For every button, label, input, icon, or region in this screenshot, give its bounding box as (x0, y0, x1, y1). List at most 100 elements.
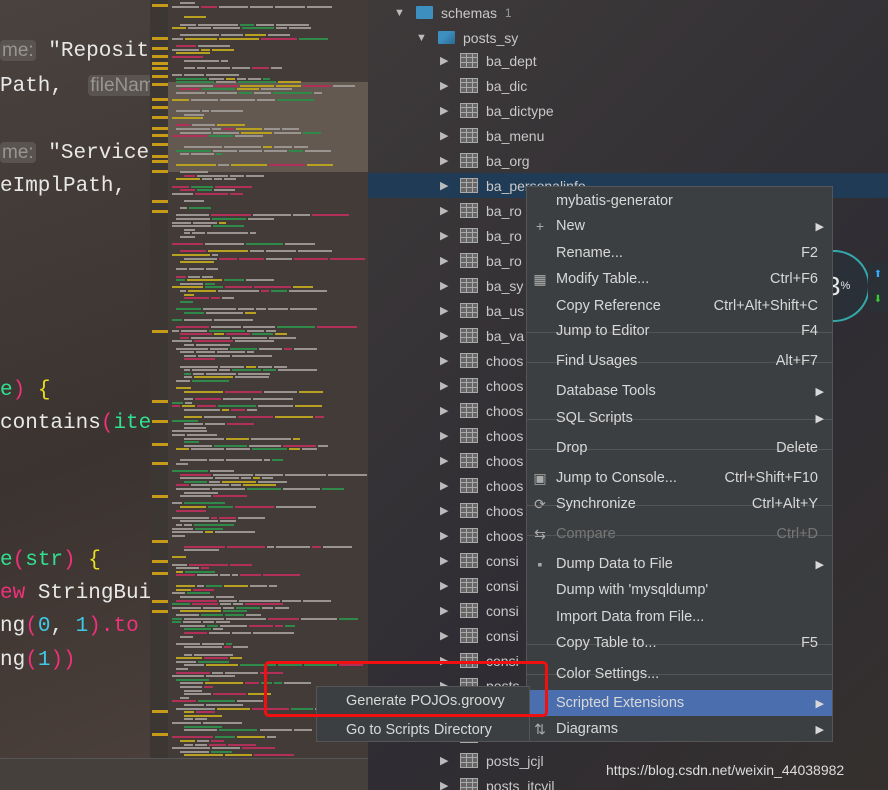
error-stripe-gutter[interactable] (150, 0, 168, 758)
expand-arrow-icon[interactable]: ▶ (440, 204, 454, 217)
expand-arrow-icon[interactable]: ▶ (440, 279, 454, 292)
expand-arrow-icon[interactable]: ▶ (440, 479, 454, 492)
menu-item-dump-data-to-file[interactable]: ▪ Dump Data to File ▶ (527, 551, 832, 577)
gutter-marker[interactable] (152, 83, 168, 86)
expand-arrow-icon[interactable]: ▶ (440, 229, 454, 242)
expand-arrow-icon[interactable]: ▶ (440, 429, 454, 442)
expand-arrow-icon[interactable]: ▶ (440, 54, 454, 67)
gutter-marker[interactable] (152, 420, 168, 423)
expand-arrow-icon[interactable]: ▼ (394, 7, 408, 19)
expand-arrow-icon[interactable]: ▶ (440, 779, 454, 790)
gutter-marker[interactable] (152, 443, 168, 446)
gutter-marker[interactable] (152, 160, 168, 163)
menu-item-modify-table[interactable]: ▦ Modify Table... Ctrl+F6 (527, 266, 832, 292)
code-line: eImplPath, (0, 175, 126, 198)
menu-item-scripted-extensions[interactable]: Scripted Extensions ▶ (527, 690, 832, 716)
expand-arrow-icon[interactable]: ▶ (440, 129, 454, 142)
minimap-line (214, 477, 239, 480)
gutter-marker[interactable] (152, 106, 168, 109)
expand-arrow-icon[interactable]: ▶ (440, 254, 454, 267)
gutter-marker[interactable] (152, 495, 168, 498)
menu-item-jump-to-editor[interactable]: Jump to Editor F4 (527, 318, 832, 344)
gutter-marker[interactable] (152, 47, 168, 50)
expand-arrow-icon[interactable]: ▶ (440, 154, 454, 167)
menu-item-new[interactable]: + New ▶ (527, 213, 832, 239)
expand-arrow-icon[interactable]: ▶ (440, 104, 454, 117)
code-editor[interactable]: me: "Reposit Path, fileNam me: "Service … (0, 0, 150, 758)
expand-arrow-icon[interactable]: ▶ (440, 604, 454, 617)
menu-item-synchronize[interactable]: ⟳ Synchronize Ctrl+Alt+Y (527, 491, 832, 517)
expand-arrow-icon[interactable]: ▶ (440, 579, 454, 592)
code-minimap[interactable] (168, 0, 368, 758)
tree-node-table[interactable]: ▶ ba_org (368, 148, 888, 173)
menu-item-dump-with-mysqldump[interactable]: Dump with 'mysqldump' (527, 577, 832, 603)
gutter-marker[interactable] (152, 200, 168, 203)
expand-arrow-icon[interactable]: ▼ (416, 32, 430, 44)
tree-node-table[interactable]: ▶ ba_dictype (368, 98, 888, 123)
menu-item-copy-reference[interactable]: Copy Reference Ctrl+Alt+Shift+C (527, 293, 832, 319)
gutter-marker[interactable] (152, 155, 168, 158)
gutter-marker[interactable] (152, 143, 168, 146)
gutter-marker[interactable] (152, 116, 168, 119)
code-text: , (50, 615, 76, 638)
gutter-marker[interactable] (152, 4, 168, 7)
gutter-marker[interactable] (152, 62, 168, 65)
expand-arrow-icon[interactable]: ▶ (440, 529, 454, 542)
gutter-marker[interactable] (152, 610, 168, 613)
menu-item-copy-table-to[interactable]: Copy Table to... F5 (527, 630, 832, 656)
minimap-line (180, 473, 211, 476)
menu-item-database-tools[interactable]: Database Tools ▶ (527, 378, 832, 404)
menu-item-import-data-from-file[interactable]: Import Data from File... (527, 604, 832, 630)
minimap-line (237, 77, 247, 80)
gutter-marker[interactable] (152, 710, 168, 713)
tree-node-table[interactable]: ▶ ba_dept (368, 48, 888, 73)
tree-node-table[interactable]: ▶ ba_menu (368, 123, 888, 148)
expand-arrow-icon[interactable]: ▶ (440, 329, 454, 342)
gutter-marker[interactable] (152, 462, 168, 465)
menu-item-color-settings[interactable]: Color Settings... (527, 661, 832, 687)
gutter-marker[interactable] (152, 540, 168, 543)
expand-arrow-icon[interactable]: ▶ (440, 554, 454, 567)
minimap-line (207, 92, 237, 94)
gutter-marker[interactable] (152, 98, 168, 101)
minimap-line (210, 516, 218, 519)
gutter-marker[interactable] (152, 170, 168, 173)
menu-item-diagrams[interactable]: ⇅ Diagrams ▶ (527, 716, 832, 742)
expand-arrow-icon[interactable]: ▶ (440, 629, 454, 642)
minimap-viewport[interactable] (168, 82, 368, 172)
menu-item-go-to-scripts-directory[interactable]: Go to Scripts Directory (317, 717, 529, 743)
gutter-marker[interactable] (152, 134, 168, 137)
gutter-marker[interactable] (152, 733, 168, 736)
menu-item-compare[interactable]: ⇆ Compare Ctrl+D (527, 521, 832, 547)
expand-arrow-icon[interactable]: ▶ (440, 304, 454, 317)
tree-node-schemas[interactable]: ▼ schemas 1 (368, 0, 888, 25)
expand-arrow-icon[interactable]: ▶ (440, 79, 454, 92)
menu-item-rename[interactable]: Rename... F2 (527, 240, 832, 266)
tree-node-table[interactable]: ▶ ba_dic (368, 73, 888, 98)
menu-item-drop[interactable]: Drop Delete (527, 435, 832, 461)
gutter-marker[interactable] (152, 127, 168, 130)
minimap-line (288, 290, 327, 292)
gutter-marker[interactable] (152, 67, 168, 70)
gutter-marker[interactable] (152, 210, 168, 213)
expand-arrow-icon[interactable]: ▶ (440, 404, 454, 417)
menu-item-find-usages[interactable]: Find Usages Alt+F7 (527, 348, 832, 374)
menu-item-sql-scripts[interactable]: SQL Scripts ▶ (527, 405, 832, 431)
gutter-marker[interactable] (152, 560, 168, 563)
gutter-marker[interactable] (152, 572, 168, 575)
gutter-marker[interactable] (152, 330, 168, 333)
menu-item-jump-to-console[interactable]: ▣ Jump to Console... Ctrl+Shift+F10 (527, 465, 832, 491)
gutter-marker[interactable] (152, 75, 168, 78)
menu-item-mybatis-generator[interactable]: mybatis-generator (527, 188, 832, 214)
expand-arrow-icon[interactable]: ▶ (440, 179, 454, 192)
gutter-marker[interactable] (152, 55, 168, 58)
expand-arrow-icon[interactable]: ▶ (440, 754, 454, 767)
tree-node-schema[interactable]: ▼ posts_sy (368, 25, 888, 50)
expand-arrow-icon[interactable]: ▶ (440, 504, 454, 517)
expand-arrow-icon[interactable]: ▶ (440, 379, 454, 392)
gutter-marker[interactable] (152, 600, 168, 603)
expand-arrow-icon[interactable]: ▶ (440, 354, 454, 367)
expand-arrow-icon[interactable]: ▶ (440, 454, 454, 467)
gutter-marker[interactable] (152, 400, 168, 403)
gutter-marker[interactable] (152, 37, 168, 40)
